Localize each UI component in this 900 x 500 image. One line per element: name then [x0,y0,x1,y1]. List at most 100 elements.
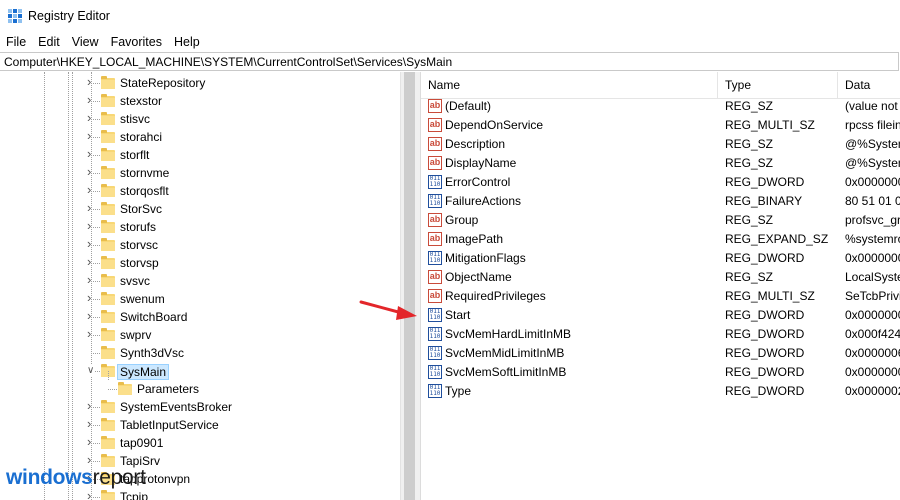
tree-item-svsvc[interactable]: › svsvc [0,272,400,290]
value-row-imagepath[interactable]: abImagePath REG_EXPAND_SZ %systemroot% [421,230,900,249]
column-header-type[interactable]: Type [718,72,838,98]
chevron-right-icon[interactable]: › [87,182,92,197]
values-list-pane[interactable]: Name Type Data ab (Default) REG_SZ (value n… [421,72,900,500]
value-type: REG_DWORD [725,251,805,265]
menu-view[interactable]: View [66,35,105,49]
tree-item-swenum[interactable]: › swenum [0,290,400,308]
chevron-right-icon[interactable]: › [87,398,92,413]
tree-item-label: storahci [120,130,163,144]
tree-item-staterepository[interactable]: › StateRepository [0,74,400,92]
list-header: Name Type Data [421,72,900,99]
menu-favorites[interactable]: Favorites [105,35,168,49]
tree-item-parameters[interactable]: Parameters [0,371,400,398]
value-name: RequiredPrivileges [445,289,546,303]
tree-item-storahci[interactable]: › storahci [0,128,400,146]
chevron-right-icon[interactable]: › [87,74,92,89]
tree-item-label: storvsc [120,238,159,252]
folder-icon [118,382,132,395]
string-value-icon: ab [428,137,442,151]
chevron-right-icon[interactable]: › [87,110,92,125]
address-bar[interactable]: Computer\HKEY_LOCAL_MACHINE\SYSTEM\Curre… [0,52,899,71]
tree-scrollbar-thumb[interactable] [404,72,415,500]
value-row-description[interactable]: abDescription REG_SZ @%SystemRoot% [421,135,900,154]
folder-icon [101,256,115,269]
key-tree-pane[interactable]: › StateRepository › stexstor › stisvc › storahc… [0,72,400,500]
value-row-failureactions[interactable]: 011 110 FailureActions REG_BINARY 80 51 01 0… [421,192,900,211]
registry-editor-icon [8,9,22,23]
address-path: Computer\HKEY_LOCAL_MACHINE\SYSTEM\Curre… [4,54,453,69]
value-row-start[interactable]: 011110Start REG_DWORD 0x00000002 [421,306,900,325]
tree-item-storvsp[interactable]: › storvsp [0,254,400,272]
value-data: LocalSystem [845,270,900,284]
value-row-mitigationflags[interactable]: 011110MitigationFlags REG_DWORD 0x00000003 [421,249,900,268]
chevron-right-icon[interactable]: › [87,164,92,179]
value-row-group[interactable]: abGroup REG_SZ profsvc_group [421,211,900,230]
chevron-right-icon[interactable]: › [87,128,92,143]
chevron-down-icon[interactable]: ∨ [87,365,95,376]
tree-item-stornvme[interactable]: › stornvme [0,164,400,182]
value-name: SvcMemMidLimitInMB [445,346,565,360]
value-name: DisplayName [445,156,517,170]
value-row-dependonservice[interactable]: ab DependOnService REG_MULTI_SZ rpcss filei… [421,116,900,135]
tree-item-synth3dvsc[interactable]: Synth3dVsc [0,344,400,362]
tree-item-tabletinputservice[interactable]: › TabletInputService [0,416,400,434]
tree-item-label: tap0901 [120,436,164,450]
chevron-right-icon[interactable]: › [87,146,92,161]
menu-help[interactable]: Help [168,35,206,49]
value-row-errorcontrol[interactable]: 011110ErrorControl REG_DWORD 0x00000001 [421,173,900,192]
value-row-displayname[interactable]: abDisplayName REG_SZ @%SystemRoot% [421,154,900,173]
chevron-right-icon[interactable]: › [87,434,92,449]
tree-item-storufs[interactable]: › storufs [0,218,400,236]
tree-item-storvsc[interactable]: › storvsc [0,236,400,254]
column-header-data[interactable]: Data [838,72,900,98]
value-row-default[interactable]: ab(Default) REG_SZ (value not set) [421,97,900,116]
value-name: MitigationFlags [445,251,526,265]
chevron-right-icon[interactable]: › [87,218,92,233]
value-type: REG_BINARY [725,194,803,208]
chevron-right-icon[interactable]: › [87,290,92,305]
chevron-right-icon[interactable]: › [87,326,92,341]
tree-item-storsvc[interactable]: › StorSvc [0,200,400,218]
folder-icon [101,148,115,161]
tree-item-label: stisvc [120,112,150,126]
menu-file[interactable]: File [0,35,32,49]
value-name: Description [445,137,506,151]
value-type: REG_SZ [725,270,774,284]
value-row-svcmemmidlimitinmb[interactable]: 011 110 SvcMemMidLimitInMB REG_DWORD 0x00000… [421,344,900,363]
tree-item-label: Parameters [137,382,200,396]
tree-item-tap0901[interactable]: › tap0901 [0,434,400,452]
watermark-report: report [92,466,146,489]
tree-item-stisvc[interactable]: › stisvc [0,110,400,128]
column-header-name[interactable]: Name [421,72,718,98]
chevron-right-icon[interactable]: › [87,200,92,215]
title-bar[interactable]: Registry Editor [0,0,900,32]
chevron-right-icon[interactable]: › [87,308,92,323]
chevron-right-icon[interactable]: › [87,236,92,251]
chevron-right-icon[interactable]: › [87,452,92,467]
string-value-icon: ab [428,99,442,113]
value-row-svcmemsoftlimitinmb[interactable]: 011 110 SvcMemSoftLimitInMB REG_DWORD 0x0000… [421,363,900,382]
chevron-right-icon[interactable]: › [87,416,92,431]
folder-icon [101,94,115,107]
chevron-right-icon[interactable]: › [87,92,92,107]
value-name: Group [445,213,479,227]
value-type: REG_DWORD [725,308,805,322]
chevron-right-icon[interactable]: › [87,254,92,269]
value-row-requiredprivileges[interactable]: ab RequiredPrivileges REG_MULTI_SZ SeTcbPri… [421,287,900,306]
menu-edit[interactable]: Edit [32,35,66,49]
tree-item-storflt[interactable]: › storflt [0,146,400,164]
value-data: 0x00000002 [845,308,900,322]
binary-value-icon: 011 110 [428,365,442,379]
value-data: 0x00000000 [845,365,900,379]
tree-item-swprv[interactable]: › swprv [0,326,400,344]
value-row-type[interactable]: 011110Type REG_DWORD 0x00000020 [421,382,900,401]
tree-item-stexstor[interactable]: › stexstor [0,92,400,110]
tree-scrollbar-track[interactable] [402,72,417,500]
value-row-svcmemhardlimitinmb[interactable]: 011 110 SvcMemHardLimitInMB REG_DWORD 0x000f… [421,325,900,344]
tree-item-switchboard[interactable]: › SwitchBoard [0,308,400,326]
value-row-objectname[interactable]: abObjectName REG_SZ LocalSystem [421,268,900,287]
tree-item-sysmain[interactable]: ∨ SysMain [0,362,400,380]
tree-item-systemeventsbroker[interactable]: › SystemEventsBroker [0,398,400,416]
chevron-right-icon[interactable]: › [87,272,92,287]
tree-item-storqosflt[interactable]: › storqosflt [0,182,400,200]
